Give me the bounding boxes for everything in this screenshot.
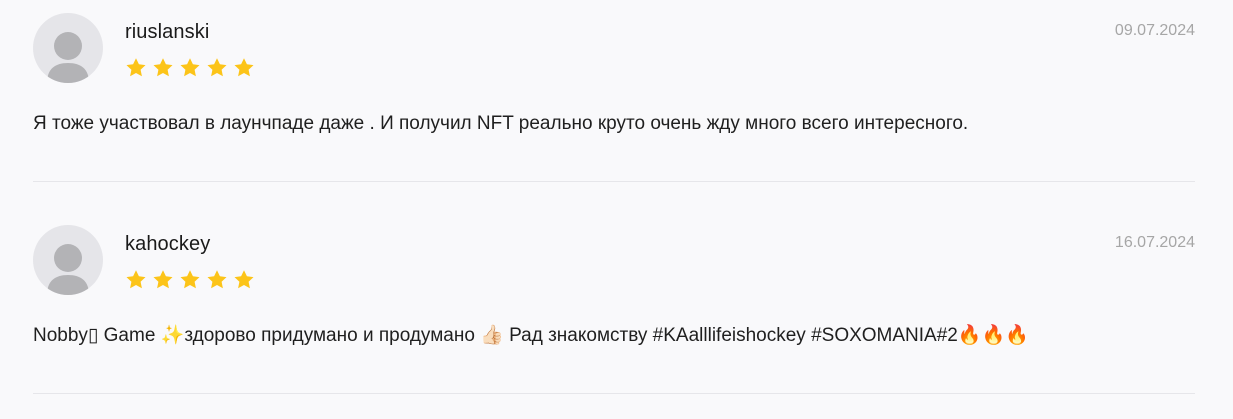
star-icon bbox=[124, 56, 148, 80]
review-text: Nobby▯ Game ✨здорово придумано и продума… bbox=[33, 325, 1029, 346]
divider bbox=[33, 393, 1195, 394]
review-text: Я тоже участвовал в лаунчпаде даже . И п… bbox=[33, 113, 969, 134]
star-icon bbox=[178, 268, 202, 292]
user-silhouette-icon bbox=[47, 244, 89, 295]
star-icon bbox=[124, 268, 148, 292]
star-icon bbox=[151, 268, 175, 292]
divider bbox=[33, 181, 1195, 182]
user-silhouette-icon bbox=[47, 32, 89, 83]
reviews-list: riuslanski 09.07.2024 Я тоже участвовал … bbox=[0, 0, 1233, 419]
review-username: kahockey bbox=[125, 233, 211, 255]
avatar bbox=[33, 225, 103, 295]
review-date: 09.07.2024 bbox=[1114, 22, 1195, 39]
star-icon bbox=[151, 56, 175, 80]
rating-stars bbox=[124, 268, 256, 292]
review-username: riuslanski bbox=[125, 21, 210, 43]
avatar bbox=[33, 13, 103, 83]
rating-stars bbox=[124, 56, 256, 80]
star-icon bbox=[232, 56, 256, 80]
star-icon bbox=[205, 268, 229, 292]
star-icon bbox=[205, 56, 229, 80]
star-icon bbox=[178, 56, 202, 80]
star-icon bbox=[232, 268, 256, 292]
review-date: 16.07.2024 bbox=[1114, 234, 1195, 251]
